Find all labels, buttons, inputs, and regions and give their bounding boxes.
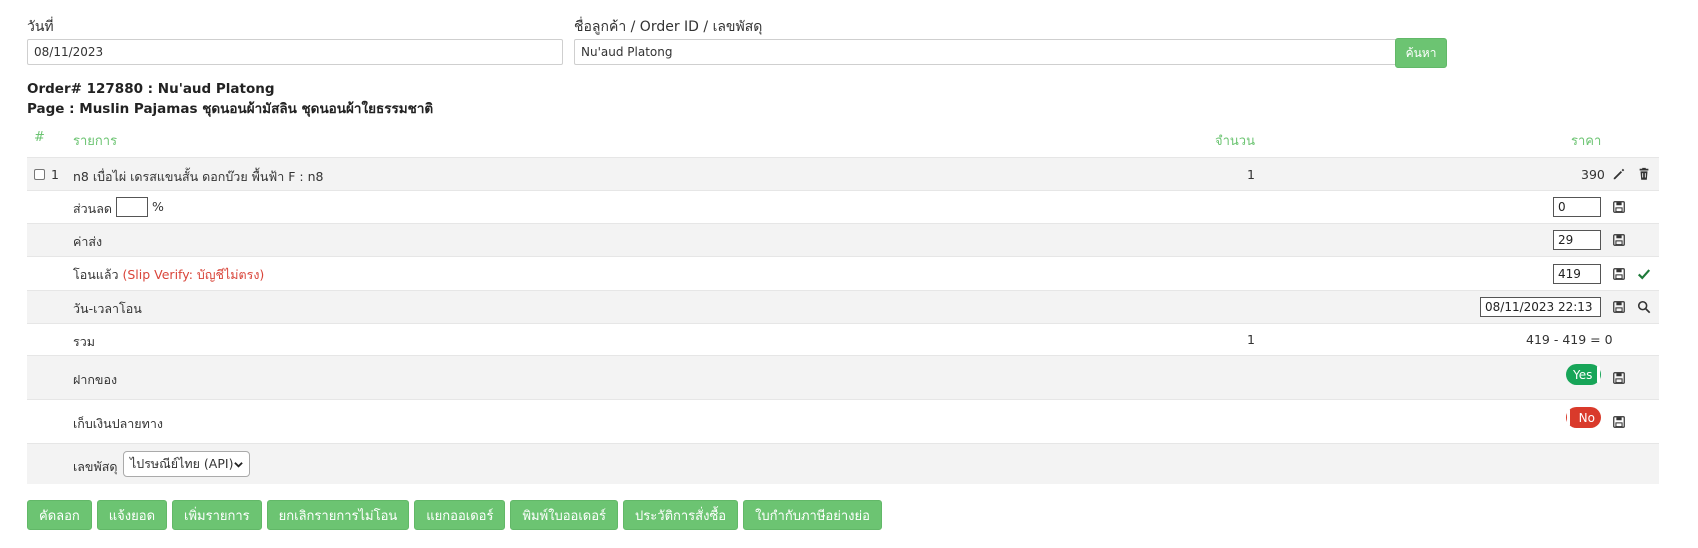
table-row-transfer-time: วัน-เวลาโอน bbox=[27, 291, 1659, 324]
search-button[interactable]: ค้นหา bbox=[1395, 38, 1447, 68]
add-item-button[interactable]: เพิ่มรายการ bbox=[172, 500, 262, 530]
cod-label: เก็บเงินปลายทาง bbox=[73, 416, 163, 431]
transferred-label: โอนแล้ว (Slip Verify: บัญชีไม่ตรง) bbox=[73, 265, 264, 285]
order-info: Order# 127880 : Nu'aud Platong Page : Mu… bbox=[27, 79, 433, 119]
query-label: ชื่อลูกค้า / Order ID / เลขพัสดุ bbox=[574, 19, 763, 35]
shipping-input[interactable] bbox=[1553, 230, 1601, 250]
action-bar: คัดลอก แจ้งยอด เพิ่มรายการ ยกเลิกรายการไ… bbox=[27, 500, 882, 530]
table-row-shipping: ค่าส่ง bbox=[27, 224, 1659, 257]
date-label: วันที่ bbox=[27, 19, 54, 35]
deposit-toggle[interactable]: Yes bbox=[1566, 364, 1601, 385]
total-label: รวม bbox=[73, 334, 95, 349]
save-icon[interactable] bbox=[1611, 370, 1627, 386]
table-row-cod: เก็บเงินปลายทาง No bbox=[27, 400, 1659, 444]
save-icon[interactable] bbox=[1611, 232, 1627, 248]
table-row-total: รวม 1 419 - 419 = 0 bbox=[27, 324, 1659, 356]
query-input[interactable] bbox=[574, 39, 1411, 65]
order-page-name: Page : Muslin Pajamas ชุดนอนผ้ามัสลิน ชุ… bbox=[27, 101, 434, 117]
order-page: วันที่ ชื่อลูกค้า / Order ID / เลขพัสดุ … bbox=[0, 0, 1698, 548]
header-price: ราคา bbox=[1571, 134, 1602, 149]
header-item: รายการ bbox=[73, 134, 118, 149]
date-input[interactable] bbox=[27, 39, 563, 65]
transferred-text: โอนแล้ว bbox=[73, 267, 119, 282]
order-table: # รายการ จำนวน ราคา 1 n8 เบื่อไผ่ เดรสแข… bbox=[27, 122, 1659, 484]
save-icon[interactable] bbox=[1611, 266, 1627, 282]
discount-percent-input[interactable] bbox=[116, 197, 148, 217]
tracking-label: เลขพัสดุ bbox=[73, 459, 118, 474]
chevron-down-icon bbox=[234, 460, 243, 469]
pencil-icon[interactable] bbox=[1611, 166, 1627, 182]
tax-invoice-button[interactable]: ใบกำกับภาษีอย่างย่อ bbox=[743, 500, 882, 530]
item-index: 1 bbox=[51, 167, 59, 182]
transferred-input[interactable] bbox=[1553, 264, 1601, 284]
header-num: # bbox=[34, 130, 45, 145]
cancel-unpaid-button[interactable]: ยกเลิกรายการไม่โอน bbox=[266, 500, 410, 530]
save-icon[interactable] bbox=[1611, 299, 1627, 315]
transfer-time-label: วัน-เวลาโอน bbox=[73, 301, 142, 316]
deposit-label: ฝากของ bbox=[73, 372, 118, 387]
carrier-selected: ไปรษณีย์ไทย (API) bbox=[130, 456, 234, 471]
check-icon[interactable] bbox=[1636, 266, 1652, 282]
total-qty: 1 bbox=[1247, 332, 1255, 347]
search-icon[interactable] bbox=[1636, 299, 1652, 315]
table-header: # รายการ จำนวน ราคา bbox=[27, 122, 1659, 158]
cod-toggle[interactable]: No bbox=[1566, 407, 1601, 428]
item-price: 390 bbox=[1581, 167, 1605, 182]
search-form: วันที่ ชื่อลูกค้า / Order ID / เลขพัสดุ … bbox=[27, 16, 1447, 72]
print-order-button[interactable]: พิมพ์ใบออเดอร์ bbox=[510, 500, 619, 530]
slip-verify-note: (Slip Verify: บัญชีไม่ตรง) bbox=[122, 267, 265, 282]
table-row-tracking: เลขพัสดุ ไปรษณีย์ไทย (API) bbox=[27, 444, 1659, 484]
copy-button[interactable]: คัดลอก bbox=[27, 500, 92, 530]
save-icon[interactable] bbox=[1611, 199, 1627, 215]
order-history-button[interactable]: ประวัติการสั่งซื้อ bbox=[623, 500, 739, 530]
table-row-deposit: ฝากของ Yes bbox=[27, 356, 1659, 400]
table-row-transferred: โอนแล้ว (Slip Verify: บัญชีไม่ตรง) bbox=[27, 257, 1659, 291]
item-checkbox[interactable] bbox=[34, 169, 45, 180]
save-icon[interactable] bbox=[1611, 414, 1627, 430]
table-row-item: 1 n8 เบื่อไผ่ เดรสแขนสั้น ดอกบ๊วย พื้นฟ้… bbox=[27, 158, 1659, 191]
total-formula: 419 - 419 = 0 bbox=[1526, 332, 1613, 347]
carrier-select[interactable]: ไปรษณีย์ไทย (API) bbox=[123, 451, 250, 477]
header-qty: จำนวน bbox=[1215, 134, 1255, 149]
trash-icon[interactable] bbox=[1636, 166, 1652, 182]
split-order-button[interactable]: แยกออเดอร์ bbox=[414, 500, 506, 530]
notify-amount-button[interactable]: แจ้งยอด bbox=[96, 500, 168, 530]
percent-sign: % bbox=[152, 199, 164, 214]
table-row-discount: ส่วนลด % bbox=[27, 191, 1659, 224]
discount-label: ส่วนลด bbox=[73, 201, 112, 216]
order-title: Order# 127880 : Nu'aud Platong bbox=[27, 81, 275, 97]
shipping-label: ค่าส่ง bbox=[73, 234, 103, 249]
item-name: n8 เบื่อไผ่ เดรสแขนสั้น ดอกบ๊วย พื้นฟ้า … bbox=[73, 169, 324, 184]
transfer-time-input[interactable] bbox=[1480, 297, 1601, 317]
item-qty: 1 bbox=[1247, 167, 1255, 182]
discount-value-input[interactable] bbox=[1553, 197, 1601, 217]
